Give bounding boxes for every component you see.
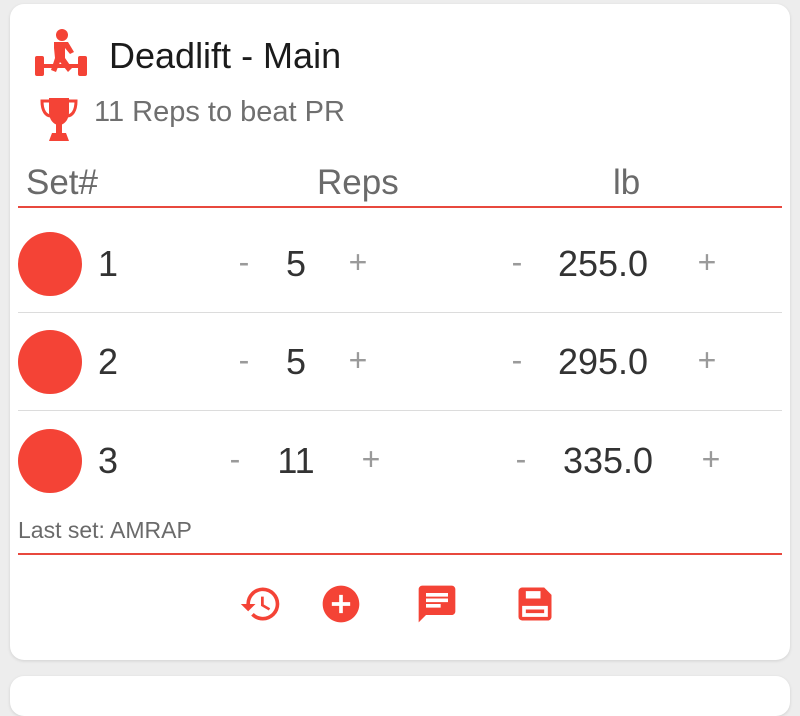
reps-value: 11 <box>277 440 315 481</box>
reps-decrement-button[interactable]: - <box>220 437 250 481</box>
weight-increment-button[interactable]: + <box>696 437 726 481</box>
weight-decrement-button[interactable]: - <box>506 437 536 481</box>
reps-increment-button[interactable]: + <box>343 338 373 382</box>
set-status-indicator[interactable] <box>18 232 82 296</box>
set-number: 1 <box>98 243 119 284</box>
weight-value: 255.0 <box>557 243 649 284</box>
set-row-2: 2 - 5 + - 295.0 + <box>10 314 790 410</box>
reps-increment-button[interactable]: + <box>343 240 373 284</box>
set-status-indicator[interactable] <box>18 330 82 394</box>
header-reps: Reps <box>317 163 399 202</box>
weight-decrement-button[interactable]: - <box>502 240 532 284</box>
header-divider <box>18 206 782 208</box>
row-divider <box>18 410 782 411</box>
set-status-indicator[interactable] <box>18 429 82 493</box>
set-number: 3 <box>98 440 119 481</box>
reps-decrement-button[interactable]: - <box>229 240 259 284</box>
footer-divider <box>18 553 782 555</box>
header-set: Set# <box>26 163 98 202</box>
reps-increment-button[interactable]: + <box>356 437 386 481</box>
deadlift-lifter-icon <box>35 29 87 76</box>
add-circle-icon[interactable] <box>319 582 363 626</box>
weight-increment-button[interactable]: + <box>692 240 722 284</box>
pr-message: 11 Reps to beat PR <box>94 96 345 128</box>
weight-value: 295.0 <box>557 341 649 382</box>
set-row-3: 3 - 11 + - 335.0 + <box>10 413 790 509</box>
comment-icon[interactable] <box>415 582 459 626</box>
history-icon[interactable] <box>239 582 283 626</box>
last-set-note: Last set: AMRAP <box>18 517 192 543</box>
reps-decrement-button[interactable]: - <box>229 338 259 382</box>
weight-decrement-button[interactable]: - <box>502 338 532 382</box>
save-icon[interactable] <box>513 582 557 626</box>
row-divider <box>18 312 782 313</box>
trophy-icon <box>40 98 78 141</box>
reps-value: 5 <box>285 243 307 284</box>
next-exercise-card <box>10 676 790 716</box>
set-row-1: 1 - 5 + - 255.0 + <box>10 216 790 312</box>
weight-value: 335.0 <box>562 440 654 481</box>
header-weight: lb <box>613 163 641 202</box>
reps-value: 5 <box>285 341 307 382</box>
set-number: 2 <box>98 341 119 382</box>
weight-increment-button[interactable]: + <box>692 338 722 382</box>
exercise-card: Deadlift - Main 11 Reps to beat PR Set# … <box>10 4 790 660</box>
exercise-title: Deadlift - Main <box>109 35 342 76</box>
